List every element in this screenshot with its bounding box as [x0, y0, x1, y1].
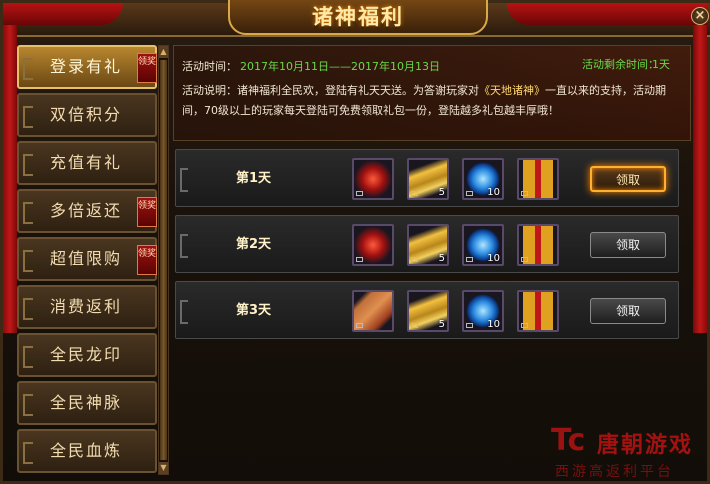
reward-row-day-3: 第3天 5 10 领取: [175, 281, 679, 339]
claim-button-day-2[interactable]: 领取: [590, 232, 666, 258]
window-title: 诸神福利: [312, 4, 404, 29]
watermark-logo: Tc: [551, 423, 586, 458]
claim-badge: 领奖: [137, 53, 157, 83]
gift-box-icon[interactable]: [517, 290, 559, 332]
sidebar-item-blood-refine[interactable]: 全民血炼: [17, 429, 157, 473]
remaining-time-label: 活动剩余时间：: [582, 58, 659, 71]
watermark-name: 唐朝游戏: [597, 433, 694, 458]
day-label: 第2天: [236, 237, 272, 252]
reward-row-day-2: 第2天 5 10 领取: [175, 215, 679, 273]
sidebar-item-dragon-seal[interactable]: 全民龙印: [17, 333, 157, 377]
sidebar-item-login-gift[interactable]: 登录有礼 领奖: [17, 45, 157, 89]
blue-orb-icon[interactable]: 10: [462, 224, 504, 266]
scroll-up-arrow-icon[interactable]: ▲: [159, 46, 168, 58]
sidebar-item-label: 双倍积分: [49, 105, 122, 124]
item-quantity: 5: [438, 187, 445, 198]
event-description-text: 活动说明：诸神福利全民欢，登陆有礼天天送。为答谢玩家对: [182, 84, 479, 97]
sidebar-item-label: 全民血炼: [49, 441, 122, 460]
close-button[interactable]: ×: [691, 7, 709, 25]
sidebar-item-label: 登录有礼: [49, 57, 122, 76]
scroll-thumb[interactable]: [160, 60, 167, 460]
bound-lock-icon: [356, 191, 363, 196]
title-plate: 诸神福利: [228, 0, 488, 35]
left-ribbon: [3, 3, 17, 333]
claim-badge: 领奖: [137, 197, 157, 227]
event-description: 活动说明：诸神福利全民欢，登陆有礼天天送。为答谢玩家对《天地诸神》一直以来的支持…: [182, 81, 686, 121]
game-title-highlight: 《天地诸神》: [479, 84, 545, 97]
sidebar-item-label: 超值限购: [49, 249, 122, 268]
event-time-label: 活动时间：: [182, 60, 237, 73]
bound-lock-icon: [411, 323, 418, 328]
day-label: 第1天: [236, 171, 272, 186]
bound-lock-icon: [411, 257, 418, 262]
sidebar-scrollbar[interactable]: ▲ ▼: [158, 45, 169, 475]
day-label: 第3天: [236, 303, 272, 318]
bound-lock-icon: [521, 191, 528, 196]
gold-bars-icon[interactable]: 5: [407, 158, 449, 200]
game-window: 诸神福利 × 登录有礼 领奖 双倍积分 充值有礼 多倍返还 领奖 超值限购 领奖…: [0, 0, 710, 484]
bound-lock-icon: [466, 191, 473, 196]
blue-orb-icon[interactable]: 10: [462, 158, 504, 200]
bound-lock-icon: [356, 257, 363, 262]
sidebar-item-label: 充值有礼: [49, 153, 122, 172]
item-quantity: 10: [487, 253, 500, 264]
bound-lock-icon: [521, 257, 528, 262]
sidebar-item-divine-vein[interactable]: 全民神脉: [17, 381, 157, 425]
sidebar-item-double-points[interactable]: 双倍积分: [17, 93, 157, 137]
event-info-panel: 活动时间： 2017年10月11日——2017年10月13日 活动剩余时间： 1…: [173, 45, 691, 141]
sidebar-item-label: 多倍返还: [49, 201, 122, 220]
bound-lock-icon: [521, 323, 528, 328]
bound-lock-icon: [466, 323, 473, 328]
claim-button-day-1[interactable]: 领取: [590, 166, 666, 192]
sidebar-item-multi-return[interactable]: 多倍返还 领奖: [17, 189, 157, 233]
left-ribbon-top: [3, 3, 123, 25]
sidebar-item-label: 全民龙印: [49, 345, 122, 364]
remaining-time-value: 1天: [652, 58, 670, 71]
gold-bars-icon[interactable]: 5: [407, 290, 449, 332]
sidebar-item-label: 全民神脉: [49, 393, 122, 412]
blue-orb-icon[interactable]: 10: [462, 290, 504, 332]
bound-lock-icon: [466, 257, 473, 262]
item-quantity: 5: [438, 253, 445, 264]
red-gem-icon[interactable]: [352, 224, 394, 266]
sidebar: 登录有礼 领奖 双倍积分 充值有礼 多倍返还 领奖 超值限购 领奖 消费返利 全…: [17, 45, 171, 475]
reward-row-day-1: 第1天 5 10 领取: [175, 149, 679, 207]
site-watermark: Tc 唐朝游戏 西游高返利平台: [551, 423, 710, 483]
sidebar-item-spend-rebate[interactable]: 消费返利: [17, 285, 157, 329]
claim-badge: 领奖: [137, 245, 157, 275]
gold-bars-icon[interactable]: 5: [407, 224, 449, 266]
claim-button-day-3[interactable]: 领取: [590, 298, 666, 324]
event-time-value: 2017年10月11日——2017年10月13日: [240, 60, 440, 73]
sidebar-item-limited-purchase[interactable]: 超值限购 领奖: [17, 237, 157, 281]
right-ribbon-top: [507, 3, 707, 25]
bound-lock-icon: [411, 191, 418, 196]
scroll-book-icon[interactable]: [352, 290, 394, 332]
right-ribbon: [693, 3, 707, 333]
gift-box-icon[interactable]: [517, 158, 559, 200]
gift-box-icon[interactable]: [517, 224, 559, 266]
item-quantity: 10: [487, 319, 500, 330]
sidebar-item-label: 消费返利: [49, 297, 122, 316]
watermark-subtitle: 西游高返利平台: [555, 464, 674, 480]
item-quantity: 10: [487, 187, 500, 198]
item-quantity: 5: [438, 319, 445, 330]
scroll-down-arrow-icon[interactable]: ▼: [159, 462, 168, 474]
bound-lock-icon: [356, 323, 363, 328]
red-gem-icon[interactable]: [352, 158, 394, 200]
sidebar-item-recharge-gift[interactable]: 充值有礼: [17, 141, 157, 185]
